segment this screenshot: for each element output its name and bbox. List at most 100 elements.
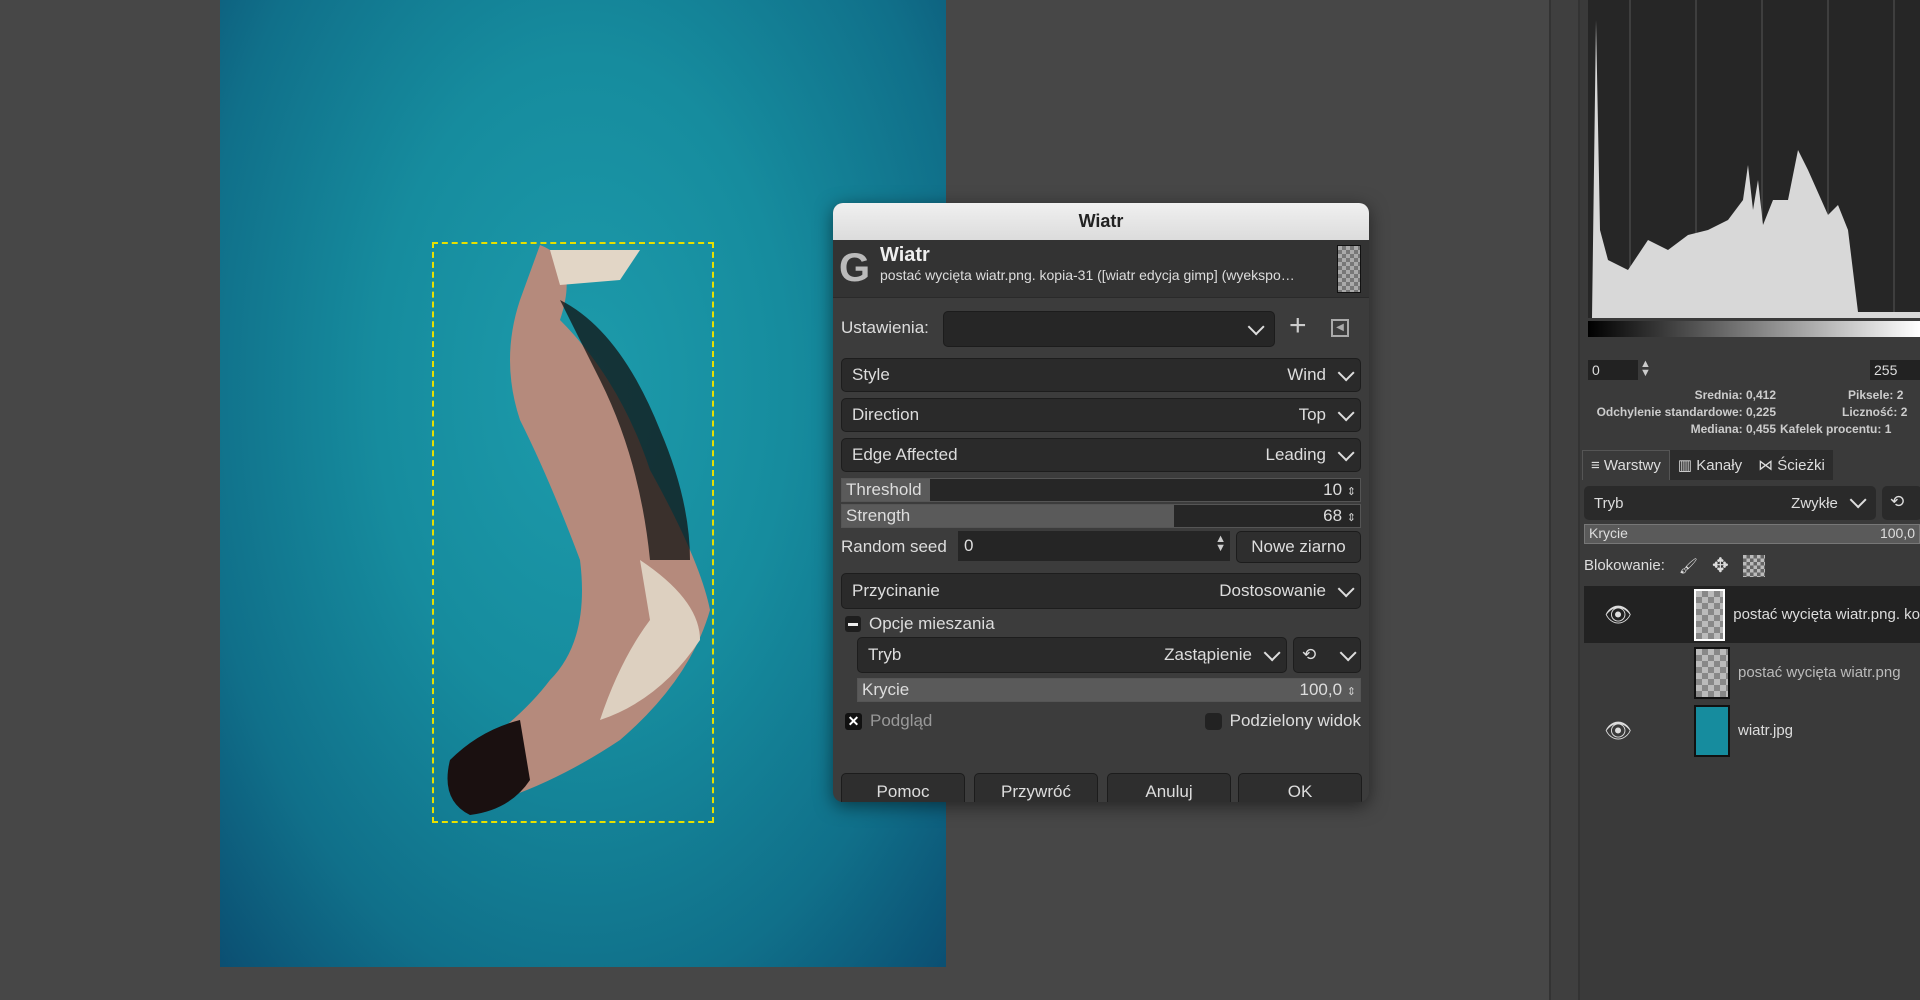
style-value: Wind (1287, 365, 1326, 384)
preview-label: Podgląd (870, 711, 933, 730)
opacity-label: Krycie (862, 680, 910, 699)
composite-mode-dropdown[interactable]: ⟲ (1293, 637, 1361, 673)
seed-value: 0 (964, 536, 974, 555)
direction-dropdown[interactable]: Direction Top (841, 398, 1361, 432)
dock-tabs: ≡ Warstwy ▥ Kanały ⋈ Ścieżki (1582, 450, 1833, 480)
blend-options-label: Opcje mieszania (869, 614, 995, 633)
ok-button[interactable]: OK (1238, 773, 1362, 802)
chevron-down-icon (1263, 644, 1281, 662)
spin-arrows-icon[interactable]: ⇕ (1347, 486, 1356, 498)
layer-name: wiatr.jpg (1738, 722, 1794, 739)
threshold-label: Threshold (846, 480, 922, 499)
min-spin-icon[interactable]: ▲ ▼ (1640, 359, 1651, 379)
layer-row[interactable]: postać wycięta wiatr.png (1584, 644, 1920, 701)
header-subtitle: postać wycięta wiatr.png. kopia-31 ([wia… (880, 267, 1295, 283)
clip-label: Przycinanie (852, 581, 940, 600)
chevron-down-icon (1849, 490, 1867, 508)
style-dropdown[interactable]: Style Wind (841, 358, 1361, 392)
help-button[interactable]: Pomoc (841, 773, 965, 802)
min-value: 0 (1592, 362, 1600, 378)
histogram (1588, 0, 1920, 318)
edge-affected-dropdown[interactable]: Edge Affected Leading (841, 438, 1361, 472)
presets-label: Ustawienia: (841, 318, 929, 337)
presets-dropdown[interactable] (943, 311, 1275, 347)
seed-label: Random seed (841, 537, 947, 556)
tab-layers[interactable]: ≡ Warstwy (1582, 450, 1670, 480)
selection-marquee (432, 242, 714, 823)
direction-label: Direction (852, 405, 920, 424)
direction-value: Top (1298, 405, 1326, 424)
split-view-label: Podzielony widok (1229, 711, 1361, 730)
layer-name: postać wycięta wiatr.png. ko (1733, 606, 1920, 623)
cancel-button[interactable]: Anuluj (1107, 773, 1231, 802)
lock-alpha-icon[interactable] (1742, 554, 1765, 577)
reset-button[interactable]: Przywróć (974, 773, 1098, 802)
gimp-logo-icon: G (839, 246, 871, 290)
dialog-title: Wiatr (833, 203, 1369, 240)
checkbox-unchecked-icon (1204, 712, 1222, 730)
stats-right: Piksele: 2 Liczność: 2 Kafelek procentu:… (1780, 388, 1908, 436)
tab-channels[interactable]: ▥ Kanały (1669, 450, 1751, 480)
strength-value: 68 (1323, 506, 1343, 525)
add-preset-icon[interactable]: + (1289, 309, 1307, 343)
lock-pixels-icon[interactable]: 🖌 (1679, 557, 1698, 575)
seed-spin-icon[interactable]: ▲ ▼ (1215, 534, 1226, 554)
spin-arrows-icon[interactable]: ⇕ (1347, 512, 1356, 524)
max-value: 255 (1874, 362, 1898, 378)
layer-row[interactable]: 👁 postać wycięta wiatr.png. ko (1584, 586, 1920, 643)
clip-value: Dostosowanie (1219, 581, 1326, 600)
layer-thumbnail (1694, 588, 1726, 641)
layer-name: postać wycięta wiatr.png (1738, 664, 1901, 681)
layer-preview-thumbnail (1337, 245, 1361, 293)
blend-options-expander[interactable]: Opcje mieszania (845, 614, 995, 634)
spin-arrows-icon[interactable]: ⇕ (1347, 686, 1356, 698)
layer-mode-dropdown[interactable]: Tryb Zwykłe (1584, 486, 1876, 520)
blend-opacity-slider[interactable]: Krycie 100,0 ⇕ (857, 678, 1361, 702)
chevron-down-icon (1337, 444, 1355, 462)
wind-filter-dialog: Wiatr G Wiatr postać wycięta wiatr.png. … (833, 203, 1369, 802)
threshold-value: 10 (1323, 480, 1343, 499)
mode-value: Zastąpienie (1164, 645, 1252, 664)
strength-label: Strength (846, 506, 911, 525)
header-title: Wiatr (880, 244, 930, 266)
layer-thumbnail (1694, 646, 1730, 699)
layer-thumbnail (1694, 704, 1730, 757)
collapse-icon (845, 616, 861, 632)
preset-menu-icon[interactable]: ◀ (1331, 319, 1349, 337)
reset-mode-icon: ⟲ (1302, 645, 1317, 664)
value-gradient-bar (1588, 321, 1920, 337)
mode-label: Tryb (868, 645, 902, 664)
split-view-checkbox[interactable]: Podzielony widok (1204, 711, 1361, 731)
opacity-value: 100,0 (1299, 680, 1343, 699)
chevron-down-icon (1337, 364, 1355, 382)
lock-row: Blokowanie: 🖌 ✥ (1584, 553, 1765, 578)
dock-separator[interactable] (1549, 0, 1580, 1000)
layer-row[interactable]: 👁 wiatr.jpg (1584, 702, 1920, 759)
chevron-down-icon (1337, 580, 1355, 598)
style-label: Style (852, 365, 890, 384)
tab-paths[interactable]: ⋈ Ścieżki (1750, 450, 1833, 480)
histogram-graph (1588, 0, 1920, 318)
new-seed-button[interactable]: Nowe ziarno (1236, 531, 1361, 563)
histogram-min-input[interactable]: 0 (1588, 360, 1638, 380)
threshold-slider[interactable]: Threshold 10 ⇕ (841, 478, 1361, 502)
chevron-down-icon (1247, 318, 1265, 336)
strength-slider[interactable]: Strength 68 ⇕ (841, 504, 1361, 528)
edge-label: Edge Affected (852, 445, 958, 464)
clipping-dropdown[interactable]: Przycinanie Dostosowanie (841, 573, 1361, 609)
checkbox-checked-icon: ✕ (845, 712, 862, 730)
dialog-header: G Wiatr postać wycięta wiatr.png. kopia-… (833, 240, 1369, 298)
layer-composite-button[interactable]: ⟲ (1882, 486, 1920, 520)
eye-icon[interactable]: 👁 (1604, 602, 1632, 628)
seed-input[interactable]: 0 ▲ ▼ (958, 531, 1230, 561)
chevron-down-icon (1339, 644, 1357, 662)
stats-left: Srednia: 0,412 Odchylenie standardowe: 0… (1596, 388, 1776, 436)
histogram-max-input[interactable]: 255 (1870, 360, 1920, 380)
preview-checkbox[interactable]: ✕ Podgląd (845, 711, 932, 731)
chevron-down-icon (1337, 404, 1355, 422)
edge-value: Leading (1265, 445, 1326, 464)
blend-mode-dropdown[interactable]: Tryb Zastąpienie (857, 637, 1287, 673)
eye-icon[interactable]: 👁 (1604, 718, 1632, 744)
lock-position-icon[interactable]: ✥ (1712, 553, 1729, 578)
layer-opacity-slider[interactable]: Krycie 100,0 (1584, 524, 1920, 544)
